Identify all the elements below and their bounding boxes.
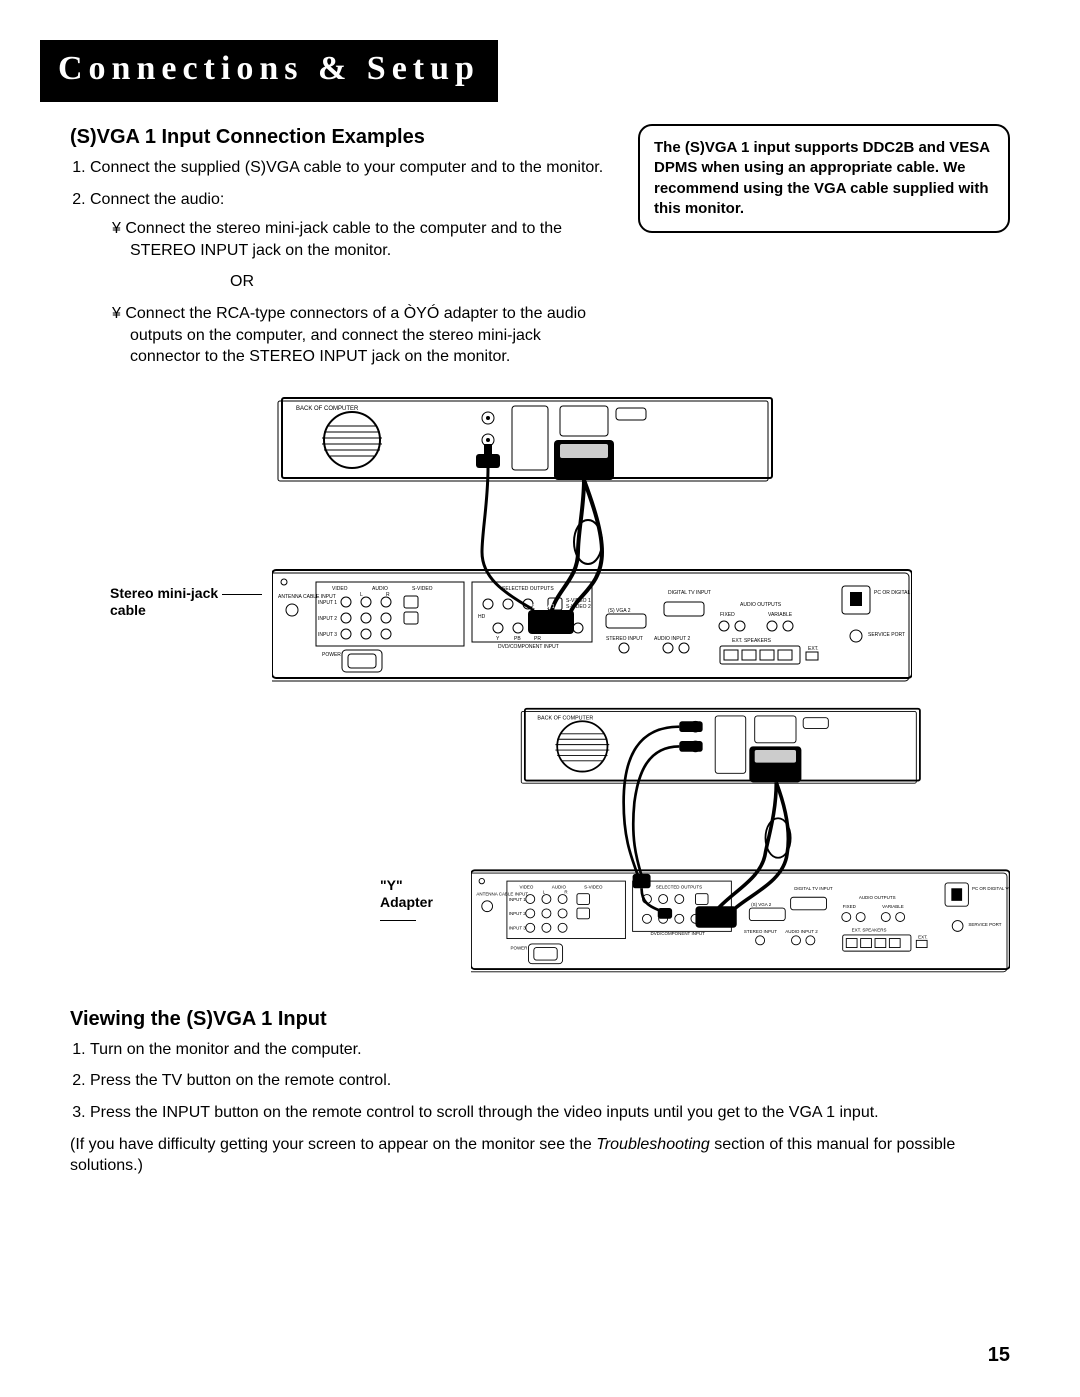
- diagram1-label: Stereo mini-jack cable: [110, 585, 262, 619]
- svg-text:EXT. SPEAKERS: EXT. SPEAKERS: [852, 927, 887, 932]
- svg-text:INPUT 2: INPUT 2: [318, 616, 337, 622]
- svg-text:L: L: [360, 592, 363, 598]
- svg-text:PB: PB: [514, 636, 521, 642]
- svg-text:SELECTED OUTPUTS: SELECTED OUTPUTS: [502, 586, 554, 592]
- section-title-viewing: Viewing the (S)VGA 1 Input: [70, 1008, 1010, 1031]
- svg-text:PC OR DIGITAL VCR: PC OR DIGITAL VCR: [874, 590, 912, 596]
- view-step-2: Press the TV button on the remote contro…: [90, 1070, 1010, 1092]
- step-2-text: Connect the audio:: [90, 191, 224, 208]
- svg-text:INPUT 3: INPUT 3: [318, 632, 337, 638]
- diagram2-label: "Y" Adapter: [380, 877, 463, 930]
- svg-text:(S) VGA 1: (S) VGA 1: [532, 604, 555, 610]
- svg-text:S-VIDEO: S-VIDEO: [584, 884, 603, 889]
- note-italic: Troubleshooting: [596, 1136, 710, 1153]
- svg-text:AUDIO: AUDIO: [552, 884, 567, 889]
- svg-text:SELECTED OUTPUTS: SELECTED OUTPUTS: [656, 884, 702, 889]
- diagram1-label-line1: Stereo mini-jack: [110, 585, 218, 601]
- svg-text:DVD/COMPONENT INPUT: DVD/COMPONENT INPUT: [498, 644, 559, 650]
- svg-text:POWER: POWER: [322, 652, 341, 658]
- diagram2-label-line2: Adapter: [380, 894, 433, 910]
- connection-diagram-1: BACK OF COMPUTER: [272, 392, 912, 682]
- instructions-list-1: Connect the supplied (S)VGA cable to you…: [90, 157, 608, 368]
- connection-diagram-2: BACK OF COMPUTER: [471, 688, 1010, 988]
- diag-back-label: BACK OF COMPUTER: [296, 406, 359, 412]
- svg-text:FIXED: FIXED: [720, 612, 735, 618]
- section-title-examples: (S)VGA 1 Input Connection Examples: [70, 126, 608, 149]
- svg-text:(S) VGA 2: (S) VGA 2: [751, 902, 772, 907]
- page-header: Connections & Setup: [40, 40, 498, 102]
- svg-text:AUDIO INPUT 2: AUDIO INPUT 2: [654, 636, 691, 642]
- svg-text:SERVICE PORT: SERVICE PORT: [969, 922, 1002, 927]
- step-2: Connect the audio: Connect the stereo mi…: [90, 189, 608, 368]
- svg-text:POWER: POWER: [511, 945, 529, 950]
- note-pre: (If you have difficulty getting your scr…: [70, 1136, 596, 1153]
- svg-text:L: L: [543, 889, 546, 894]
- view-step-1: Turn on the monitor and the computer.: [90, 1039, 1010, 1061]
- svg-text:AUDIO INPUT 2: AUDIO INPUT 2: [786, 929, 819, 934]
- diagram1-label-line2: cable: [110, 602, 146, 618]
- svg-text:EXT. SPEAKERS: EXT. SPEAKERS: [732, 638, 772, 644]
- substep-a: Connect the stereo mini-jack cable to th…: [112, 218, 608, 261]
- view-step-3: Press the INPUT button on the remote con…: [90, 1102, 1010, 1124]
- troubleshooting-note: (If you have difficulty getting your scr…: [70, 1134, 1010, 1177]
- instructions-list-2: Turn on the monitor and the computer. Pr…: [90, 1039, 1010, 1124]
- svg-text:Y: Y: [496, 636, 500, 642]
- svg-text:DVD/COMPONENT INPUT: DVD/COMPONENT INPUT: [651, 931, 706, 936]
- svg-text:INPUT 3: INPUT 3: [509, 925, 527, 930]
- svg-text:INPUT 1: INPUT 1: [509, 897, 527, 902]
- svg-text:VIDEO: VIDEO: [520, 884, 534, 889]
- svg-text:SERVICE PORT: SERVICE PORT: [868, 632, 905, 638]
- svg-text:(S) VGA 2: (S) VGA 2: [608, 608, 631, 614]
- svg-text:VARIABLE: VARIABLE: [768, 612, 793, 618]
- svg-text:VIDEO: VIDEO: [332, 586, 348, 592]
- svg-text:PC OR DIGITAL VCR: PC OR DIGITAL VCR: [972, 886, 1010, 891]
- svg-text:AUDIO OUTPUTS: AUDIO OUTPUTS: [859, 895, 896, 900]
- svg-text:ANTENNA CABLE INPUT: ANTENNA CABLE INPUT: [278, 594, 336, 600]
- svg-text:DIGITAL TV INPUT: DIGITAL TV INPUT: [795, 886, 834, 891]
- svg-text:EXT.: EXT.: [918, 934, 927, 939]
- svg-text:ANTENNA CABLE INPUT: ANTENNA CABLE INPUT: [477, 891, 529, 896]
- step-1: Connect the supplied (S)VGA cable to you…: [90, 157, 608, 179]
- svg-text:HD: HD: [478, 614, 486, 620]
- page-number: 15: [988, 1344, 1010, 1367]
- svg-text:S-VIDEO: S-VIDEO: [412, 586, 433, 592]
- svg-text:DIGITAL TV INPUT: DIGITAL TV INPUT: [668, 590, 711, 596]
- svg-text:VARIABLE: VARIABLE: [883, 904, 905, 909]
- svg-text:STEREO INPUT: STEREO INPUT: [606, 636, 643, 642]
- substep-b: Connect the RCA-type connectors of a ÒYÓ…: [112, 303, 608, 368]
- svg-text:R: R: [565, 889, 569, 894]
- svg-text:AUDIO OUTPUTS: AUDIO OUTPUTS: [740, 602, 782, 608]
- svg-text:INPUT 1: INPUT 1: [318, 600, 337, 606]
- info-callout-box: The (S)VGA 1 input supports DDC2B and VE…: [638, 124, 1010, 233]
- diagram2-label-line1: "Y": [380, 877, 403, 893]
- svg-text:PR: PR: [534, 636, 541, 642]
- svg-text:STEREO INPUT: STEREO INPUT: [744, 929, 777, 934]
- svg-text:INPUT 2: INPUT 2: [509, 911, 527, 916]
- svg-text:FIXED: FIXED: [843, 904, 857, 909]
- svg-text:S-VIDEO 2: S-VIDEO 2: [566, 604, 591, 610]
- svg-text:EXT.: EXT.: [808, 646, 819, 652]
- or-separator: OR: [230, 271, 608, 293]
